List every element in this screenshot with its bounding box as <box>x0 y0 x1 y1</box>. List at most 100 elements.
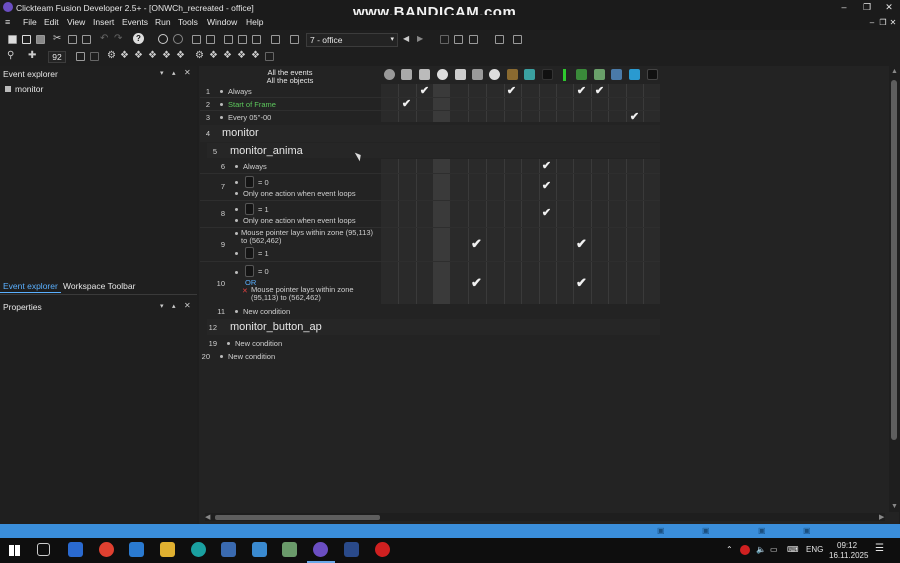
menu-window[interactable]: Window <box>207 17 237 27</box>
menu-view[interactable]: View <box>67 17 85 27</box>
panel-menu-icon[interactable]: ▾ <box>160 69 164 77</box>
next-frame-icon[interactable]: ▶ <box>417 34 423 43</box>
run-app-icon[interactable] <box>271 35 280 44</box>
object-icon-14[interactable] <box>611 69 622 80</box>
scroll-left-icon[interactable]: ◀ <box>205 513 210 521</box>
previous-frame-icon[interactable]: ◀ <box>403 34 409 43</box>
storyboard-object-icon[interactable] <box>419 69 430 80</box>
checkmark-icon[interactable]: ✔ <box>539 206 554 219</box>
mdi-restore-button[interactable]: ❐ <box>878 16 888 30</box>
checkmark-icon[interactable]: ✔ <box>574 236 589 252</box>
zoom-field[interactable]: 92 <box>48 51 66 63</box>
properties-close-icon[interactable]: ✕ <box>184 301 191 310</box>
condition-subtext[interactable]: = 1 <box>258 249 269 258</box>
checkmark-icon[interactable]: ✔ <box>574 275 589 291</box>
tab-workspace-toolbar[interactable]: Workspace Toolbar <box>60 280 138 293</box>
chrome-icon[interactable] <box>99 542 114 557</box>
snap-icon[interactable] <box>90 52 99 61</box>
tree-item-monitor[interactable]: monitor <box>15 84 43 94</box>
tool-icon-2[interactable]: ❖ <box>134 50 143 61</box>
tool-icon-5[interactable]: ❖ <box>176 50 185 61</box>
checkmark-icon[interactable]: ✔ <box>417 84 432 97</box>
menu-edit[interactable]: Edit <box>44 17 59 27</box>
settings-icon[interactable]: ⚙ <box>107 50 116 61</box>
object-icon-9[interactable] <box>524 69 535 80</box>
object-icon-10[interactable] <box>542 69 553 80</box>
condition-text[interactable]: = 1 <box>258 205 269 214</box>
cut-icon[interactable]: ✂ <box>53 33 61 44</box>
checkmark-icon[interactable]: ✔ <box>399 97 414 110</box>
open-folder-icon[interactable] <box>22 35 31 44</box>
tool-icon-6[interactable]: ⚙ <box>195 50 204 61</box>
network-icon[interactable]: ▭ <box>770 545 778 554</box>
volume-icon[interactable]: 🔈 <box>756 545 766 554</box>
condition-text[interactable]: Every 05''-00 <box>228 113 271 122</box>
keyboard-icon[interactable]: ⌨ <box>787 545 799 554</box>
tool-icon-1[interactable]: ❖ <box>120 50 129 61</box>
condition-text[interactable]: Always <box>228 87 252 96</box>
object-icon-15[interactable] <box>629 69 640 80</box>
tree-node-icon[interactable] <box>5 86 11 92</box>
undo-icon[interactable]: ↶ <box>100 33 108 44</box>
checkmark-icon[interactable]: ✔ <box>539 159 554 172</box>
windows-start-icon[interactable] <box>9 545 20 556</box>
condition-subtext[interactable]: Only one action when event loops <box>243 189 356 198</box>
app-icon-3[interactable] <box>282 542 297 557</box>
scroll-down-icon[interactable]: ▼ <box>891 503 898 510</box>
group-title-monitor-anima[interactable]: monitor_anima <box>230 145 303 157</box>
condition-text[interactable]: = 0 <box>258 178 269 187</box>
checkmark-icon[interactable]: ✔ <box>469 275 484 291</box>
tool-icon-8[interactable]: ❖ <box>223 50 232 61</box>
clock-time[interactable]: 09:12 <box>837 541 857 550</box>
close-button[interactable]: ✕ <box>878 0 900 14</box>
bandicam-record-icon[interactable] <box>375 542 390 557</box>
edge-icon[interactable] <box>191 542 206 557</box>
minimize-button[interactable]: – <box>833 0 855 14</box>
tool-icon-4[interactable]: ❖ <box>162 50 171 61</box>
toolbar-icon-a[interactable] <box>440 35 449 44</box>
checkmark-icon[interactable]: ✔ <box>592 84 607 97</box>
checkmark-icon[interactable]: ✔ <box>574 84 589 97</box>
condition-text[interactable]: Mouse pointer lays within zone (95,113) … <box>241 229 376 245</box>
notification-icon[interactable]: ☰ <box>875 543 884 554</box>
mail-icon[interactable] <box>129 542 144 557</box>
help-icon[interactable]: ? <box>133 33 144 44</box>
new-file-icon[interactable] <box>8 35 17 44</box>
checkmark-icon[interactable]: ✔ <box>504 84 519 97</box>
create-object-icon[interactable] <box>455 69 466 80</box>
maximize-button[interactable]: ❐ <box>856 0 878 14</box>
menu-run[interactable]: Run <box>155 17 171 27</box>
condition-text[interactable]: Always <box>243 162 267 171</box>
tray-record-icon[interactable] <box>740 545 750 555</box>
tool-icon-10[interactable]: ❖ <box>251 50 260 61</box>
properties-pin-icon[interactable]: ▴ <box>172 302 176 310</box>
player-object-icon[interactable] <box>489 69 500 80</box>
group-title-monitor-button-ap[interactable]: monitor_button_ap <box>230 321 322 333</box>
timer-object-icon[interactable] <box>437 69 448 80</box>
tool-icon-7[interactable]: ❖ <box>209 50 218 61</box>
panel-close-icon[interactable]: ✕ <box>184 68 191 77</box>
app-icon-4[interactable] <box>344 542 359 557</box>
sound-object-icon[interactable] <box>401 69 412 80</box>
condition-text[interactable]: Start of Frame <box>228 100 276 109</box>
menu-events[interactable]: Events <box>122 17 148 27</box>
toolbar-icon-d[interactable] <box>495 35 504 44</box>
horizontal-scroll-thumb[interactable] <box>215 515 380 520</box>
toolbar-icon-b[interactable] <box>454 35 463 44</box>
app-menu-icon[interactable]: ≡ <box>5 17 10 27</box>
save-icon[interactable] <box>36 35 45 44</box>
checkmark-icon[interactable]: ✔ <box>539 179 554 192</box>
menu-help[interactable]: Help <box>246 17 263 27</box>
object-icon-11[interactable] <box>563 69 566 81</box>
menu-file[interactable]: File <box>23 17 37 27</box>
toolbar-icon-e[interactable] <box>513 35 522 44</box>
search-icon[interactable]: ⚲ <box>7 50 14 61</box>
event-list-icon[interactable] <box>238 35 247 44</box>
mdi-close-button[interactable]: ✕ <box>888 16 898 30</box>
keyboard-object-icon[interactable] <box>472 69 483 80</box>
special-object-icon[interactable] <box>384 69 395 80</box>
file-explorer-icon[interactable] <box>160 542 175 557</box>
condition-text[interactable]: = 0 <box>258 267 269 276</box>
grid-icon[interactable] <box>76 52 85 61</box>
back-icon[interactable] <box>158 34 168 44</box>
